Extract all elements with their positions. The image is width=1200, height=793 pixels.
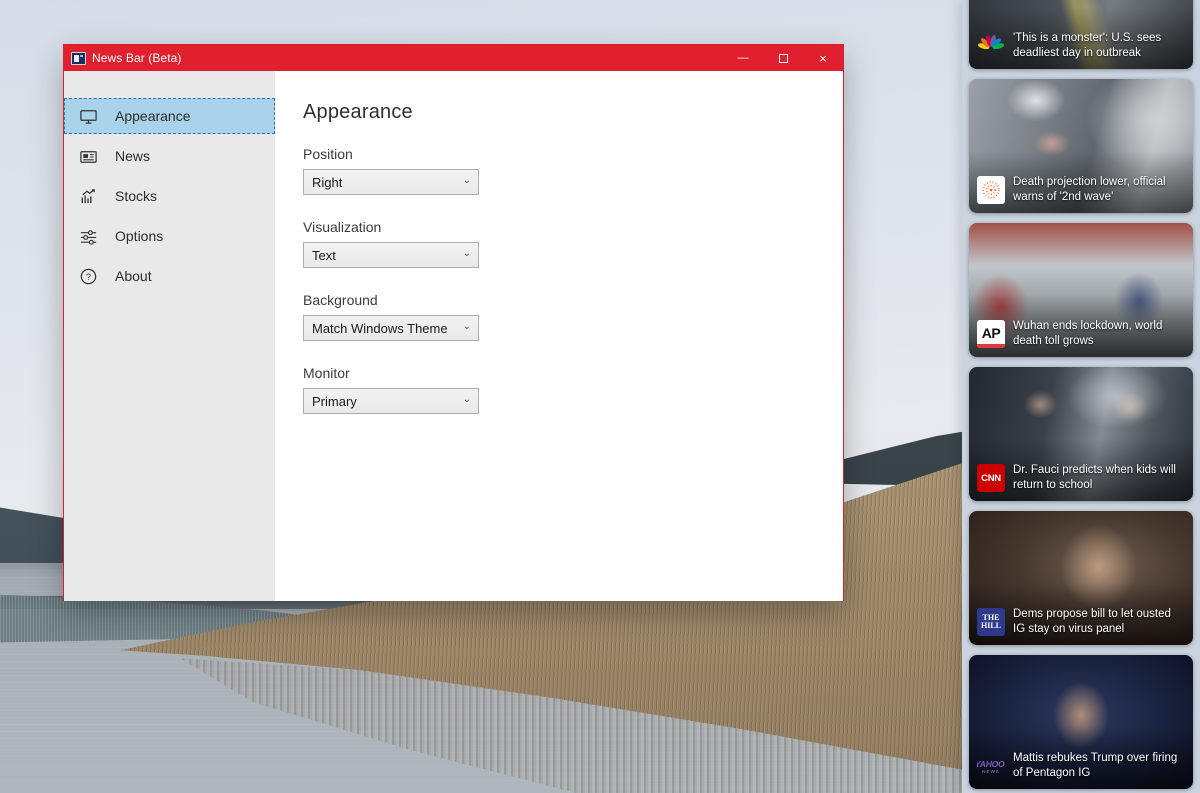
background-label: Background [303,292,378,308]
chevron-down-icon: ⌄ [462,394,471,405]
sidebar-item-appearance[interactable]: Appearance [64,98,275,134]
sliders-icon [79,227,98,246]
appearance-settings-panel: Appearance Position Right ⌄ Visualizatio… [275,71,843,601]
chevron-down-icon: ⌄ [462,248,471,259]
news-card[interactable]: AP Wuhan ends lockdown, world death toll… [969,223,1193,357]
news-bar-settings-window: News Bar (Beta) — × Appearance News Stoc… [63,44,844,601]
yahoo-news-logo-icon: YAHOO! NEWS [977,752,1005,780]
chevron-down-icon: ⌄ [462,321,471,332]
news-bar-panel: 'This is a monster': U.S. sees deadliest… [962,0,1200,793]
sidebar-nav: Appearance News Stocks Options ? About [64,71,275,601]
sidebar-item-stocks[interactable]: Stocks [64,178,275,214]
minimize-icon: — [737,52,749,64]
card-caption: THE HILL Dems propose bill to let ousted… [969,600,1193,645]
monitor-dropdown[interactable]: Primary ⌄ [303,388,479,414]
ap-logo-icon: AP [977,320,1005,349]
news-headline: Mattis rebukes Trump over firing of Pent… [1013,751,1178,780]
sidebar-item-options[interactable]: Options [64,218,275,254]
ap-logo-text: AP [981,324,1001,341]
position-dropdown[interactable]: Right ⌄ [303,169,479,195]
close-icon: × [819,50,827,66]
reuters-spiral-logo-icon [977,176,1005,205]
monitor-icon [79,107,98,126]
nbc-peacock-logo-icon [977,32,1005,60]
visualization-dropdown-value: Text [312,247,336,263]
the-hill-logo-icon: THE HILL [977,608,1005,637]
sidebar-item-label: Appearance [115,108,191,124]
position-field: Position Right ⌄ [303,146,843,195]
stocks-chart-icon [79,187,98,206]
background-dropdown-value: Match Windows Theme [312,320,448,336]
background-dropdown[interactable]: Match Windows Theme ⌄ [303,315,479,341]
position-dropdown-value: Right [312,174,343,190]
visualization-field: Visualization Text ⌄ [303,219,843,268]
news-headline: 'This is a monster': U.S. sees deadliest… [1013,31,1162,60]
news-card[interactable]: YAHOO! NEWS Mattis rebukes Trump over fi… [969,655,1193,789]
position-label: Position [303,146,353,162]
cnn-logo-icon: CNN [977,464,1005,493]
chevron-down-icon: ⌄ [462,175,471,186]
ap-logo-red-bar [977,344,1005,349]
page-title: Appearance [303,101,413,123]
desktop: News Bar (Beta) — × Appearance News Stoc… [0,0,1200,793]
the-hill-logo-text: THE HILL [980,613,1001,631]
news-headline: Death projection lower, official warns o… [1013,175,1166,204]
minimize-button[interactable]: — [723,45,763,71]
window-titlebar[interactable]: News Bar (Beta) — × [64,45,843,71]
background-field: Background Match Windows Theme ⌄ [303,292,843,341]
sidebar-item-label: Stocks [115,188,158,204]
newspaper-icon [79,147,98,166]
monitor-label: Monitor [303,365,350,381]
yahoo-logo-text: YAHOO! [977,758,1005,769]
visualization-dropdown[interactable]: Text ⌄ [303,242,479,268]
window-body: Appearance News Stocks Options ? About A… [64,71,843,601]
news-card[interactable]: 'This is a monster': U.S. sees deadliest… [969,0,1193,69]
window-title: News Bar (Beta) [92,51,182,65]
svg-text:?: ? [86,271,91,281]
news-card[interactable]: Death projection lower, official warns o… [969,79,1193,213]
news-headline: Dr. Fauci predicts when kids will return… [1013,463,1176,492]
app-icon [71,51,86,65]
card-caption: CNN Dr. Fauci predicts when kids will re… [969,456,1193,501]
card-caption: 'This is a monster': U.S. sees deadliest… [969,24,1193,69]
sidebar-item-label: About [115,268,152,284]
maximize-button[interactable] [763,45,803,71]
news-card[interactable]: THE HILL Dems propose bill to let ousted… [969,511,1193,645]
window-controls: — × [723,45,843,71]
news-headline: Wuhan ends lockdown, world death toll gr… [1013,319,1163,348]
card-caption: YAHOO! NEWS Mattis rebukes Trump over fi… [969,744,1193,789]
monitor-dropdown-value: Primary [312,393,357,409]
sidebar-item-news[interactable]: News [64,138,275,174]
sidebar-item-about[interactable]: ? About [64,258,275,294]
monitor-field: Monitor Primary ⌄ [303,365,843,414]
news-headline: Dems propose bill to let ousted IG stay … [1013,607,1171,636]
card-caption: AP Wuhan ends lockdown, world death toll… [969,312,1193,357]
cnn-logo-text: CNN [981,472,1001,484]
yahoo-logo-subtext: NEWS [982,768,1000,774]
news-card[interactable]: CNN Dr. Fauci predicts when kids will re… [969,367,1193,501]
maximize-icon [778,53,788,63]
sidebar-item-label: Options [115,228,164,244]
visualization-label: Visualization [303,219,382,235]
close-button[interactable]: × [803,45,843,71]
sidebar-item-label: News [115,148,151,164]
help-circle-icon: ? [79,267,98,286]
card-caption: Death projection lower, official warns o… [969,168,1193,213]
